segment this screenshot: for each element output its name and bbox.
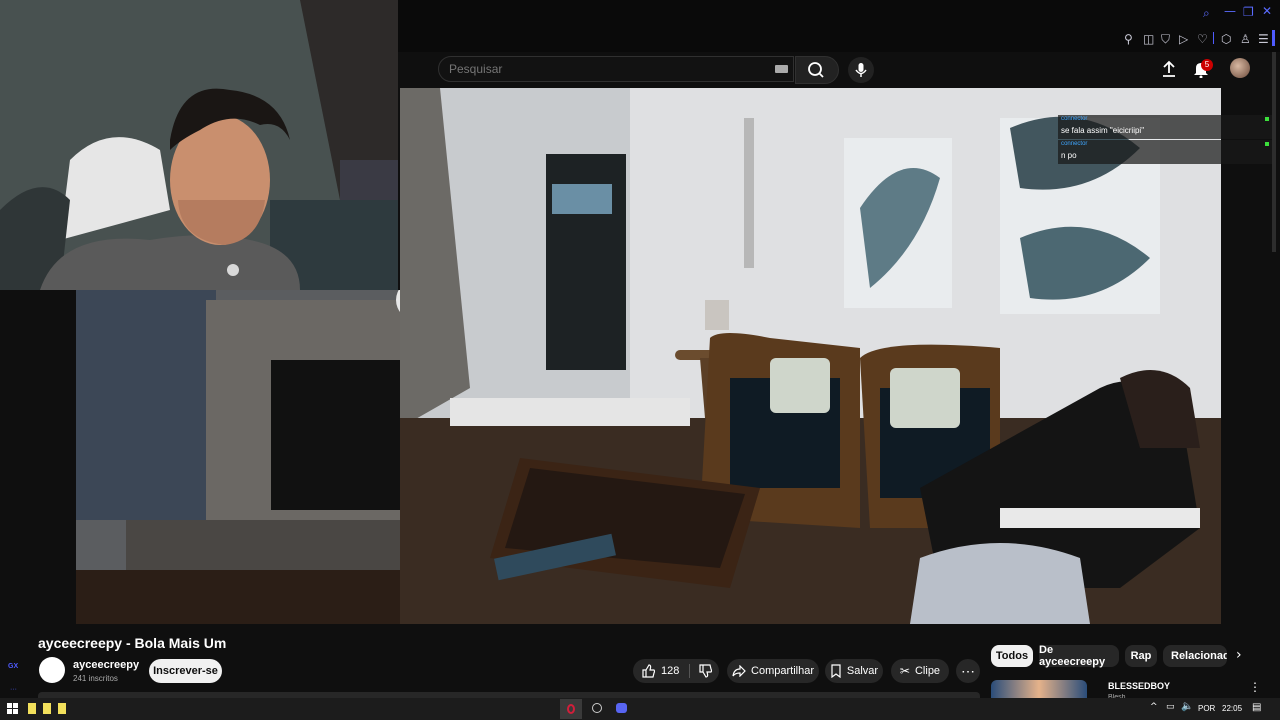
status-dot [1265, 117, 1269, 121]
opera-icon [567, 704, 575, 714]
shield-icon[interactable]: ⛉ [1161, 32, 1170, 47]
dislike-icon[interactable] [698, 664, 713, 678]
mic-icon [855, 63, 867, 77]
chat-message: соnnесtor n po [1058, 140, 1272, 164]
obs-icon[interactable] [592, 703, 602, 713]
keyboard-icon[interactable] [775, 65, 788, 73]
webcam-overlay [0, 0, 398, 290]
video-frame [400, 88, 1221, 624]
more-vert-icon[interactable]: ⋮ [1249, 680, 1261, 694]
upload-icon[interactable] [1160, 60, 1178, 78]
status-dot [1265, 142, 1269, 146]
scrollbar[interactable] [1272, 52, 1276, 252]
close-icon[interactable]: ✕ [1262, 4, 1272, 18]
chat-message: соnnесtor se fala assim "eicicriipi" [1058, 115, 1272, 139]
extensions-icon[interactable]: ⬡ [1221, 32, 1231, 46]
volume-icon[interactable]: 🔈 [1181, 701, 1193, 712]
pin-icon[interactable]: ⚲ [1124, 32, 1133, 46]
scissors-icon: ✂ [899, 664, 910, 678]
search-icon [808, 62, 824, 78]
language-indicator[interactable]: POR [1198, 704, 1215, 713]
restore-icon[interactable]: ❐ [1243, 5, 1254, 19]
chat-text: n po [1061, 151, 1077, 160]
fireplace-scene [76, 290, 400, 624]
chat-text: se fala assim "eicicriipi" [1061, 126, 1145, 135]
more-icon[interactable]: ··· [10, 686, 17, 693]
like-icon[interactable] [641, 664, 655, 678]
heart-icon[interactable]: ♡ [1197, 32, 1208, 46]
share-icon [732, 665, 746, 677]
chip-channel[interactable]: De ayceecreepy [1039, 644, 1119, 668]
search-icon[interactable]: ⌕ [1203, 6, 1210, 21]
gx-label: GX [8, 663, 19, 670]
profile-icon[interactable]: ♙ [1240, 32, 1251, 46]
snapshot-icon[interactable]: ◫ [1143, 32, 1154, 46]
voice-search-button[interactable] [848, 57, 874, 83]
subscribe-button[interactable]: Inscrever-se [149, 659, 222, 683]
network-icon[interactable]: ▭ [1166, 702, 1175, 712]
video-player[interactable] [400, 88, 1221, 624]
discord-icon[interactable] [616, 703, 627, 713]
video-frame-left [76, 290, 400, 624]
taskbar-app-opera[interactable] [560, 699, 582, 719]
sticky-note-icon[interactable] [58, 703, 66, 714]
chip-related[interactable]: Relacionado [1163, 645, 1227, 667]
sidebar-edge [1272, 30, 1275, 46]
share-button[interactable]: Compartilhar [727, 659, 819, 683]
divider [1213, 32, 1214, 44]
avatar[interactable] [1230, 58, 1250, 78]
sticky-note-icon[interactable] [43, 703, 51, 714]
like-count: 128 [661, 665, 680, 677]
subscriber-count: 241 inscritos [73, 674, 118, 683]
clip-label: Clipe [914, 665, 941, 677]
send-icon[interactable]: ▷ [1179, 32, 1188, 46]
save-label: Salvar [846, 665, 879, 677]
taskbar: ^ ▭ 🔈 POR 22:05 ▤ [0, 698, 1280, 720]
like-dislike-group: 128 [633, 659, 719, 683]
clock[interactable]: 22:05 [1222, 704, 1242, 713]
bookmark-icon [831, 664, 841, 678]
clip-button[interactable]: ✂ Clipe [891, 659, 949, 683]
chip-all[interactable]: Todos [991, 645, 1033, 667]
search-input[interactable] [438, 56, 794, 82]
recommendation-title[interactable]: BLESSEDBOY [1108, 681, 1170, 691]
save-button[interactable]: Salvar [825, 659, 883, 683]
windows-icon[interactable] [7, 703, 18, 714]
more-icon: ⋯ [961, 662, 975, 679]
more-actions-button[interactable]: ⋯ [956, 659, 980, 683]
recommendation-thumbnail[interactable] [991, 680, 1087, 698]
chat-username: соnnесtor [1061, 116, 1088, 122]
notification-badge: 5 [1201, 59, 1213, 71]
notification-center-icon[interactable]: ▤ [1252, 702, 1261, 713]
chat-username: соnnесtor [1061, 141, 1088, 147]
menu-icon[interactable]: ☰ [1258, 32, 1269, 46]
webcam-image [0, 0, 398, 290]
channel-avatar[interactable] [39, 657, 65, 683]
sticky-note-icon[interactable] [28, 703, 36, 714]
chevron-up-icon[interactable]: ^ [1150, 702, 1158, 712]
video-title: ayceecreepy - Bola Mais Um [38, 635, 227, 651]
search-button[interactable] [795, 56, 839, 84]
share-label: Compartilhar [751, 665, 814, 677]
minimize-icon[interactable]: — [1224, 4, 1236, 18]
chip-rap[interactable]: Rap [1125, 645, 1157, 667]
divider [689, 664, 691, 678]
chevron-right-icon[interactable]: › [1236, 647, 1242, 663]
channel-name[interactable]: ayceecreepy [73, 659, 139, 671]
